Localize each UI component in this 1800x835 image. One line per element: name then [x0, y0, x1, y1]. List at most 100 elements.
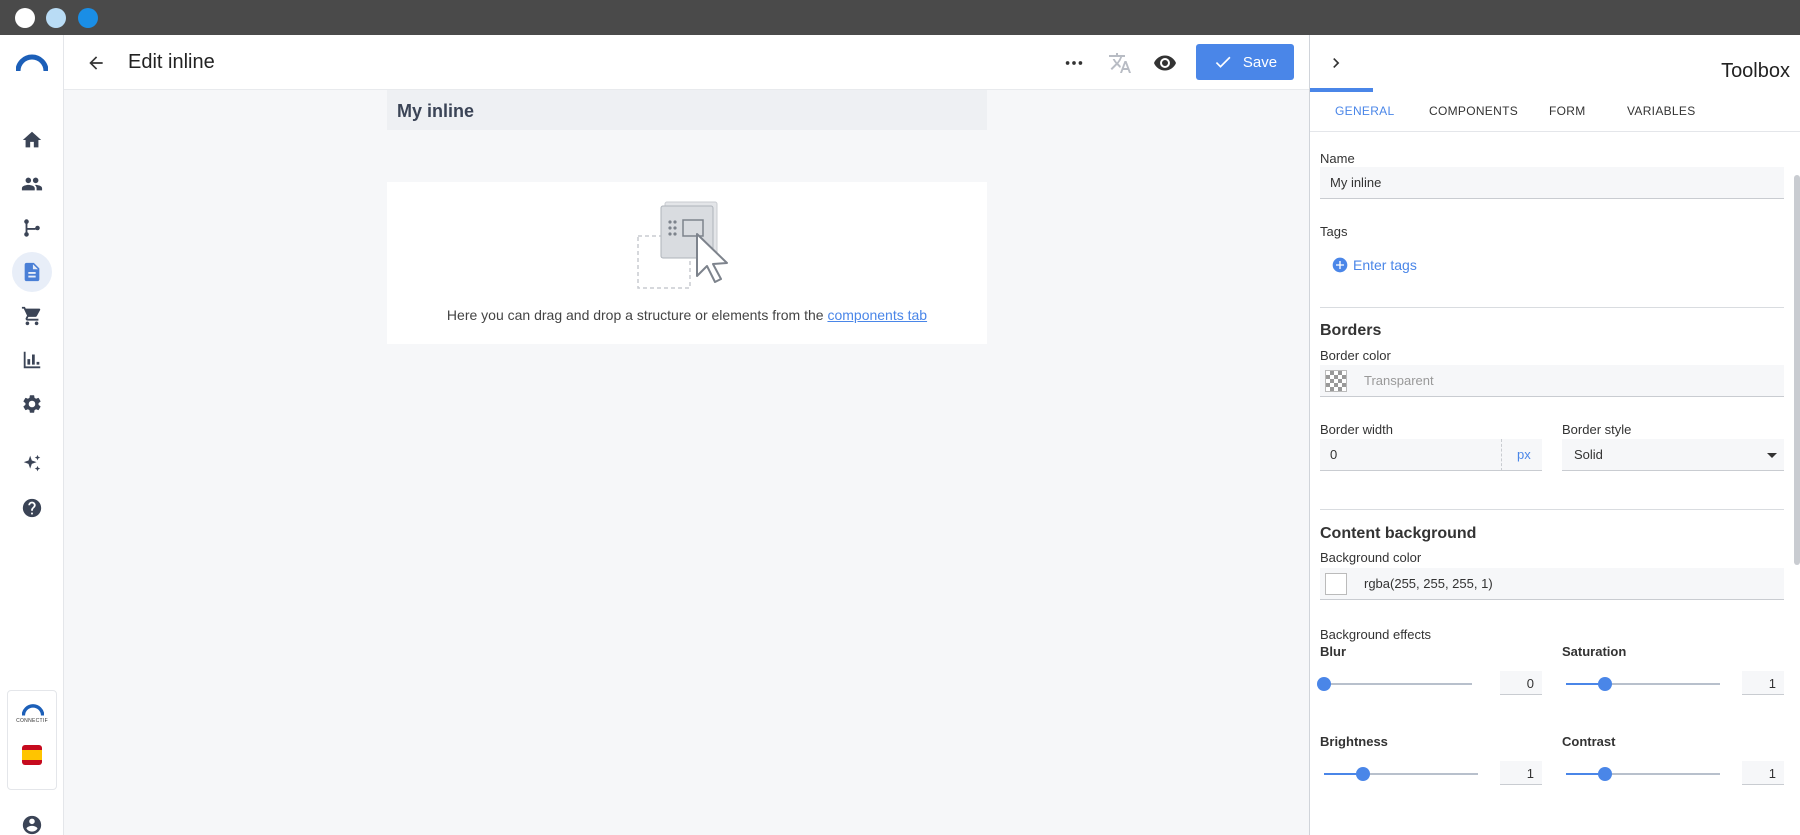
save-button-label: Save — [1242, 53, 1278, 71]
save-button[interactable]: Save — [1196, 44, 1294, 80]
left-navigation: CONNECTIF — [0, 35, 64, 835]
enter-tags-button[interactable]: Enter tags — [1332, 257, 1417, 273]
page-title: Edit inline — [128, 51, 215, 73]
enter-tags-label: Enter tags — [1353, 257, 1417, 273]
nav-analytics[interactable] — [12, 340, 52, 380]
toolbox-scrollbar[interactable] — [1794, 175, 1800, 565]
home-icon — [22, 131, 42, 148]
gear-icon — [23, 395, 41, 413]
saturation-label: Saturation — [1562, 644, 1627, 659]
nav-contacts[interactable] — [12, 164, 52, 204]
minimize-window-button[interactable] — [46, 8, 66, 28]
border-style-value: Solid — [1574, 447, 1603, 462]
inline-name: My inline — [397, 101, 475, 121]
tab-components[interactable]: COMPONENTS — [1429, 104, 1518, 118]
eye-icon — [1154, 55, 1176, 71]
contrast-value-input[interactable]: 1 — [1742, 761, 1784, 785]
border-width-input[interactable]: 0 px — [1320, 439, 1542, 471]
drop-instructions-text: Here you can drag and drop a structure o… — [446, 307, 824, 323]
bar-chart-icon — [23, 351, 41, 369]
border-color-label: Border color — [1320, 348, 1391, 363]
saturation-slider[interactable] — [1566, 677, 1720, 691]
nav-help[interactable] — [12, 488, 52, 528]
translate-button[interactable] — [1105, 48, 1135, 78]
drag-drop-illustration-icon — [637, 201, 728, 289]
border-width-label: Border width — [1320, 422, 1393, 437]
divider — [1320, 307, 1784, 308]
editor-header: Edit inline Save — [64, 35, 1309, 90]
collapse-toolbox-button[interactable] — [1322, 49, 1350, 77]
divider — [1320, 509, 1784, 510]
background-color-label: Background color — [1320, 550, 1422, 565]
toolbox-panel: Toolbox GENERAL COMPONENTS FORM VARIABLE… — [1309, 35, 1800, 835]
sparkle-icon — [23, 454, 41, 472]
drop-zone[interactable]: Here you can drag and drop a structure o… — [387, 182, 987, 344]
borders-section-title: Borders — [1320, 322, 1382, 339]
maximize-window-button[interactable] — [78, 8, 98, 28]
tags-label: Tags — [1320, 224, 1348, 239]
brightness-label: Brightness — [1320, 734, 1388, 749]
brand-logo-icon — [22, 704, 44, 716]
blur-value-input[interactable]: 0 — [1500, 671, 1542, 695]
preview-button[interactable] — [1150, 48, 1180, 78]
toolbox-title: Toolbox — [1721, 60, 1790, 82]
flow-icon — [24, 219, 40, 237]
background-effects-label: Background effects — [1320, 627, 1432, 642]
tab-variables[interactable]: VARIABLES — [1627, 104, 1696, 118]
add-circle-icon — [1332, 257, 1348, 273]
border-style-label: Border style — [1562, 422, 1632, 437]
name-input[interactable]: My inline — [1320, 167, 1784, 199]
blur-label: Blur — [1320, 644, 1346, 659]
name-value: My inline — [1330, 175, 1382, 190]
account-brand-box[interactable]: CONNECTIF — [7, 690, 57, 790]
brightness-slider[interactable] — [1324, 767, 1478, 781]
app-logo[interactable] — [16, 53, 48, 73]
close-window-button[interactable] — [15, 8, 35, 28]
more-horizontal-icon — [1065, 61, 1083, 65]
nav-ai[interactable] — [12, 444, 52, 484]
blur-slider-handle[interactable] — [1317, 677, 1331, 691]
white-swatch[interactable] — [1325, 573, 1347, 595]
background-color-value: rgba(255, 255, 255, 1) — [1364, 576, 1493, 591]
border-color-picker[interactable]: Transparent — [1320, 365, 1784, 397]
nav-workflows[interactable] — [12, 208, 52, 248]
translate-icon — [1109, 53, 1131, 73]
tab-form[interactable]: FORM — [1549, 104, 1586, 118]
spain-flag-icon[interactable] — [22, 745, 42, 765]
account-circle-icon — [22, 815, 42, 835]
components-tab-link[interactable]: components tab — [827, 307, 927, 323]
name-label: Name — [1320, 151, 1355, 166]
brightness-value-input[interactable]: 1 — [1500, 761, 1542, 785]
brand-text: CONNECTIF — [16, 718, 48, 724]
contrast-slider-handle[interactable] — [1597, 767, 1612, 781]
brightness-slider-handle[interactable] — [1355, 767, 1370, 781]
tab-general[interactable]: GENERAL — [1335, 104, 1394, 118]
inline-title-bar[interactable]: My inline — [387, 90, 987, 130]
nav-settings[interactable] — [12, 384, 52, 424]
border-width-value: 0 — [1330, 447, 1338, 462]
saturation-slider-handle[interactable] — [1597, 677, 1612, 691]
users-icon — [21, 177, 43, 191]
chevron-right-icon — [1333, 58, 1340, 68]
nav-account[interactable] — [12, 805, 52, 835]
saturation-value-input[interactable]: 1 — [1742, 671, 1784, 695]
background-color-picker[interactable]: rgba(255, 255, 255, 1) — [1320, 568, 1784, 600]
cart-icon — [21, 306, 41, 326]
nav-home[interactable] — [12, 120, 52, 160]
document-icon — [24, 262, 40, 282]
blur-slider[interactable] — [1317, 677, 1472, 691]
nav-content[interactable] — [12, 252, 52, 292]
dropdown-arrow-icon — [1767, 453, 1777, 458]
check-icon — [1215, 56, 1231, 68]
editor-canvas: My inline Here you can drag and drop a s… — [64, 90, 1309, 835]
back-button[interactable] — [82, 49, 110, 77]
more-options-button[interactable] — [1059, 48, 1089, 78]
border-color-value: Transparent — [1364, 373, 1434, 388]
contrast-label: Contrast — [1562, 734, 1616, 749]
contrast-slider[interactable] — [1566, 767, 1720, 781]
border-style-select[interactable]: Solid — [1562, 439, 1784, 471]
transparent-swatch[interactable] — [1325, 370, 1347, 392]
nav-store[interactable] — [12, 296, 52, 336]
window-titlebar — [0, 0, 1800, 35]
border-width-unit: px — [1517, 447, 1531, 462]
